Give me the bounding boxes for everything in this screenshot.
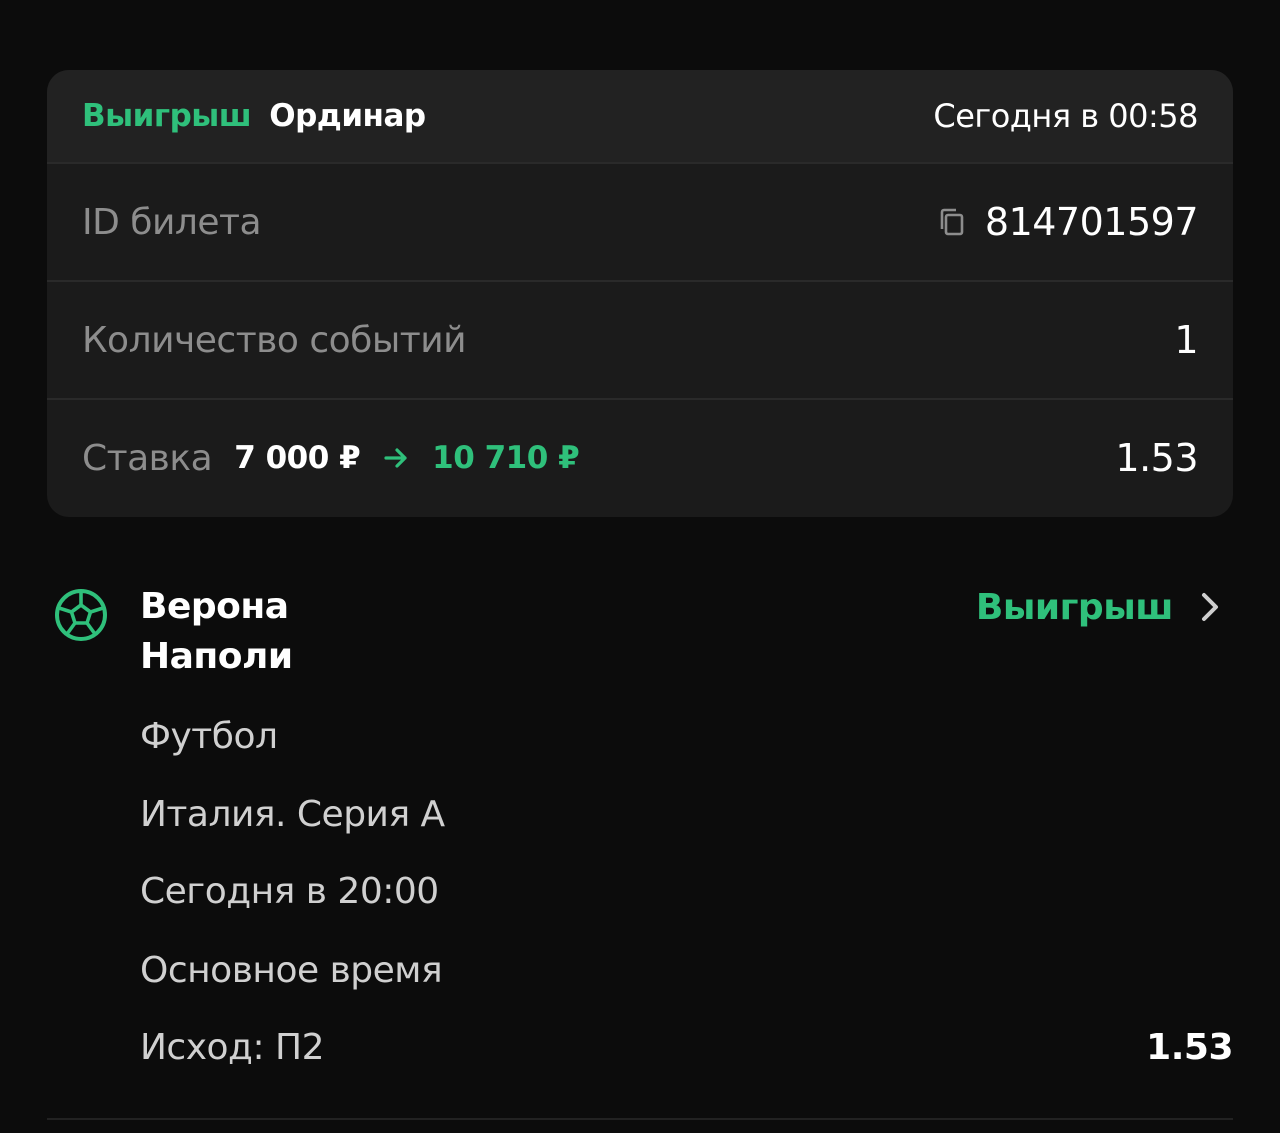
- ticket-id-copy[interactable]: 814701597: [937, 200, 1199, 244]
- ticket-id-label: ID билета: [82, 201, 262, 243]
- event-league: Италия. Серия A: [140, 794, 445, 835]
- ticket-header-left: Выигрыш Ординар: [82, 98, 426, 134]
- stake-label: Ставка: [82, 437, 213, 479]
- event-outcome: Исход: П2: [140, 1027, 325, 1068]
- event-period: Основное время: [140, 950, 443, 991]
- event-start-time: Сегодня в 20:00: [140, 871, 439, 912]
- away-team: Наполи: [140, 636, 293, 677]
- home-team: Верона: [140, 586, 289, 627]
- placed-time: Сегодня в 00:58: [933, 97, 1198, 135]
- ticket-status: Выигрыш: [82, 98, 252, 134]
- bottom-divider: [47, 1118, 1233, 1120]
- chevron-right-icon[interactable]: [1199, 590, 1221, 624]
- ticket-id-value: 814701597: [984, 200, 1199, 244]
- stake-amount: 7 000 ₽: [234, 440, 361, 476]
- events-count-value: 1: [1174, 318, 1198, 362]
- event-sport: Футбол: [140, 716, 278, 757]
- event-odds: 1.53: [1146, 1027, 1233, 1068]
- total-odds: 1.53: [1115, 436, 1198, 480]
- stake-info: Ставка 7 000 ₽ 10 710 ₽: [82, 437, 580, 479]
- event-status: Выигрыш: [975, 586, 1174, 628]
- ticket-id-row: ID билета 814701597: [47, 162, 1233, 280]
- bet-type: Ординар: [269, 98, 426, 134]
- soccer-ball-icon: [54, 588, 108, 642]
- events-count-row: Количество событий 1: [47, 280, 1233, 398]
- ticket-header: Выигрыш Ординар Сегодня в 00:58: [47, 70, 1233, 162]
- copy-icon[interactable]: [937, 206, 967, 238]
- stake-row: Ставка 7 000 ₽ 10 710 ₽ 1.53: [47, 398, 1233, 516]
- events-count-label: Количество событий: [82, 319, 467, 361]
- arrow-right-icon: [382, 444, 410, 472]
- event-status-link[interactable]: Выигрыш: [976, 582, 1221, 632]
- payout-amount: 10 710 ₽: [432, 440, 580, 476]
- event-teams: Верона Наполи: [140, 582, 293, 682]
- ticket-card: Выигрыш Ординар Сегодня в 00:58 ID билет…: [47, 70, 1233, 517]
